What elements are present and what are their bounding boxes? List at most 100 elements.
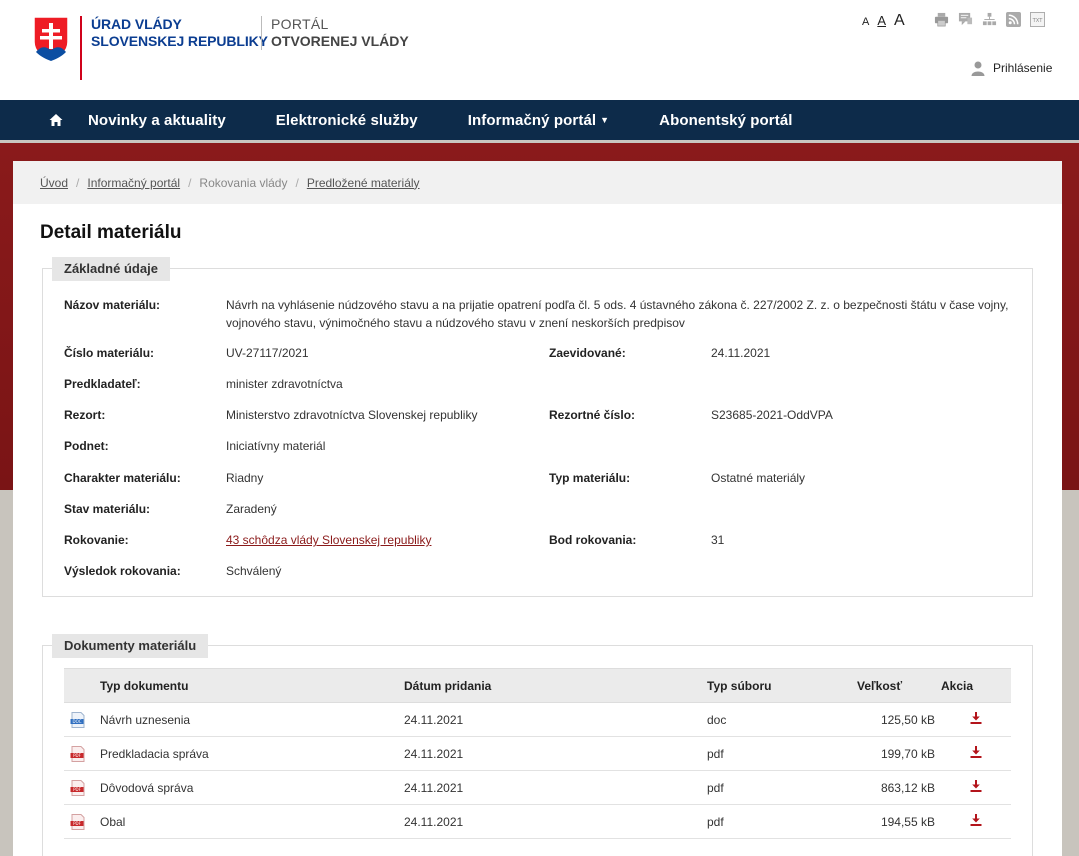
table-row: PDF Dôvodová správa 24.11.2021 pdf 863,1…	[64, 770, 1011, 805]
nav-item-abonentsky-portal[interactable]: Abonentský portál	[659, 112, 792, 129]
table-cell-type: Návrh uznesenia	[100, 702, 404, 737]
comment-icon[interactable]	[958, 12, 973, 27]
table-cell-action	[941, 770, 1011, 805]
table-cell-type: Obal	[100, 804, 404, 839]
zaevidovane-value: 24.11.2021	[711, 346, 771, 360]
table-cell-size: 125,50 kB	[857, 702, 941, 737]
sitemap-icon[interactable]	[982, 12, 997, 27]
portal-name[interactable]: PORTÁL OTVORENEJ VLÁDY	[271, 16, 409, 50]
vysledok-label: Výsledok rokovania:	[64, 564, 181, 578]
rokovanie-value: 43 schôdza vlády Slovenskej republiky	[226, 531, 431, 549]
table-cell-ftype: pdf	[707, 770, 857, 805]
table-cell-action	[941, 804, 1011, 839]
svg-text:DOC: DOC	[72, 719, 81, 724]
charakter-value: Riadny	[226, 471, 264, 485]
table-cell-date: 24.11.2021	[404, 736, 707, 771]
pdf-file-icon: PDF	[70, 745, 85, 762]
predkladatel-label: Predkladateľ:	[64, 377, 141, 391]
bod-rokovania-label: Bod rokovania:	[549, 533, 637, 547]
portal-name-line1: PORTÁL	[271, 16, 329, 32]
doc-file-icon: DOC	[70, 711, 85, 728]
nazov-label: Názov materiálu:	[64, 298, 161, 312]
rezortne-cislo-value: S23685-2021-OddVPA	[711, 408, 833, 422]
user-icon	[971, 61, 985, 76]
download-icon[interactable]	[970, 814, 982, 826]
table-cell-action	[941, 702, 1011, 737]
page-title: Detail materiálu	[40, 222, 182, 243]
org-name-line1: ÚRAD VLÁDY	[91, 16, 182, 32]
font-size-switcher: A A A	[862, 12, 905, 30]
stav-label: Stav materiálu:	[64, 502, 151, 516]
table-row: PDF Obal 24.11.2021 pdf 194,55 kB	[64, 804, 1011, 839]
font-size-large[interactable]: A	[894, 12, 905, 30]
table-cell-action	[941, 736, 1011, 771]
rokovanie-link[interactable]: 43 schôdza vlády Slovenskej republiky	[226, 533, 431, 547]
rezortne-cislo-label: Rezortné číslo:	[549, 408, 636, 422]
txt-icon[interactable]: TXT	[1030, 12, 1045, 27]
documents-table-header: Typ dokumentu Dátum pridania Typ súboru …	[64, 668, 1011, 703]
portal-name-line2: OTVORENEJ VLÁDY	[271, 33, 409, 49]
svg-text:PDF: PDF	[73, 787, 81, 792]
main-nav: Novinky a aktuality Elektronické služby …	[0, 100, 1079, 143]
table-cell-icon: DOC	[64, 702, 100, 737]
svg-text:PDF: PDF	[73, 821, 81, 826]
breadcrumb-informacny-portal[interactable]: Informačný portál	[87, 176, 180, 190]
print-icon[interactable]	[934, 12, 949, 27]
podnet-value: Iniciatívny materiál	[226, 439, 326, 453]
download-icon[interactable]	[970, 780, 982, 792]
nav-item-informacny-portal[interactable]: Informačný portál ▼	[468, 112, 609, 129]
table-cell-ftype: doc	[707, 702, 857, 737]
table-cell-icon: PDF	[64, 770, 100, 805]
predkladatel-value: minister zdravotníctva	[226, 377, 343, 391]
basic-info-section: Základné údaje Názov materiálu: Návrh na…	[42, 257, 1033, 597]
nav-item-label: Novinky a aktuality	[88, 111, 226, 129]
nav-item-elektronicke-sluzby[interactable]: Elektronické služby	[276, 112, 418, 129]
slovak-crest-icon	[33, 16, 69, 62]
login-link[interactable]: Prihlásenie	[970, 60, 1052, 76]
breadcrumb-predlozene-materialy[interactable]: Predložené materiály	[307, 176, 420, 190]
table-cell-ftype: pdf	[707, 736, 857, 771]
stav-value: Zaradený	[226, 502, 277, 516]
download-icon[interactable]	[970, 746, 982, 758]
font-size-small[interactable]: A	[862, 16, 869, 28]
table-cell-size: 863,12 kB	[857, 770, 941, 805]
site-logo[interactable]: ÚRAD VLÁDY SLOVENSKEJ REPUBLIKY	[33, 16, 268, 62]
basic-info-legend: Základné údaje	[52, 257, 170, 281]
content-panel: Úvod / Informačný portál / Rokovania vlá…	[13, 161, 1062, 856]
header-akcia: Akcia	[941, 668, 1011, 703]
rezort-label: Rezort:	[64, 408, 106, 422]
header-datum-pridania: Dátum pridania	[404, 668, 707, 703]
font-size-medium[interactable]: A	[877, 13, 886, 28]
table-cell-type: Dôvodová správa	[100, 770, 404, 805]
header-icon-col	[64, 668, 100, 703]
pdf-file-icon: PDF	[70, 779, 85, 796]
nav-item-label: Informačný portál	[467, 111, 597, 129]
home-icon[interactable]	[49, 113, 63, 127]
breadcrumb: Úvod / Informačný portál / Rokovania vlá…	[13, 161, 1062, 204]
pdf-file-icon: PDF	[70, 813, 85, 830]
vysledok-value: Schválený	[226, 564, 282, 578]
table-cell-size: 199,70 kB	[857, 736, 941, 771]
nav-item-novinky[interactable]: Novinky a aktuality	[88, 112, 226, 129]
caret-down-icon: ▼	[600, 114, 610, 125]
table-row: PDF Predkladacia správa 24.11.2021 pdf 1…	[64, 736, 1011, 771]
org-name-line2: SLOVENSKEJ REPUBLIKY	[91, 33, 268, 49]
download-icon[interactable]	[970, 712, 982, 724]
documents-table: Typ dokumentu Dátum pridania Typ súboru …	[64, 668, 1011, 839]
table-cell-icon: PDF	[64, 736, 100, 771]
documents-section: Dokumenty materiálu Typ dokumentu Dátum …	[42, 634, 1033, 856]
breadcrumb-separator: /	[76, 175, 80, 190]
red-divider	[80, 16, 82, 80]
table-cell-date: 24.11.2021	[404, 702, 707, 737]
table-cell-date: 24.11.2021	[404, 770, 707, 805]
gray-divider	[261, 16, 262, 50]
breadcrumb-uvod[interactable]: Úvod	[40, 176, 68, 190]
table-cell-ftype: pdf	[707, 804, 857, 839]
site-header: ÚRAD VLÁDY SLOVENSKEJ REPUBLIKY PORTÁL O…	[0, 0, 1079, 100]
documents-legend: Dokumenty materiálu	[52, 634, 209, 658]
rokovanie-label: Rokovanie:	[64, 533, 129, 547]
nazov-value: Návrh na vyhlásenie núdzového stavu a na…	[226, 298, 1009, 330]
zaevidovane-label: Zaevidované:	[549, 346, 626, 360]
rss-icon[interactable]	[1006, 12, 1021, 27]
table-cell-size: 194,55 kB	[857, 804, 941, 839]
